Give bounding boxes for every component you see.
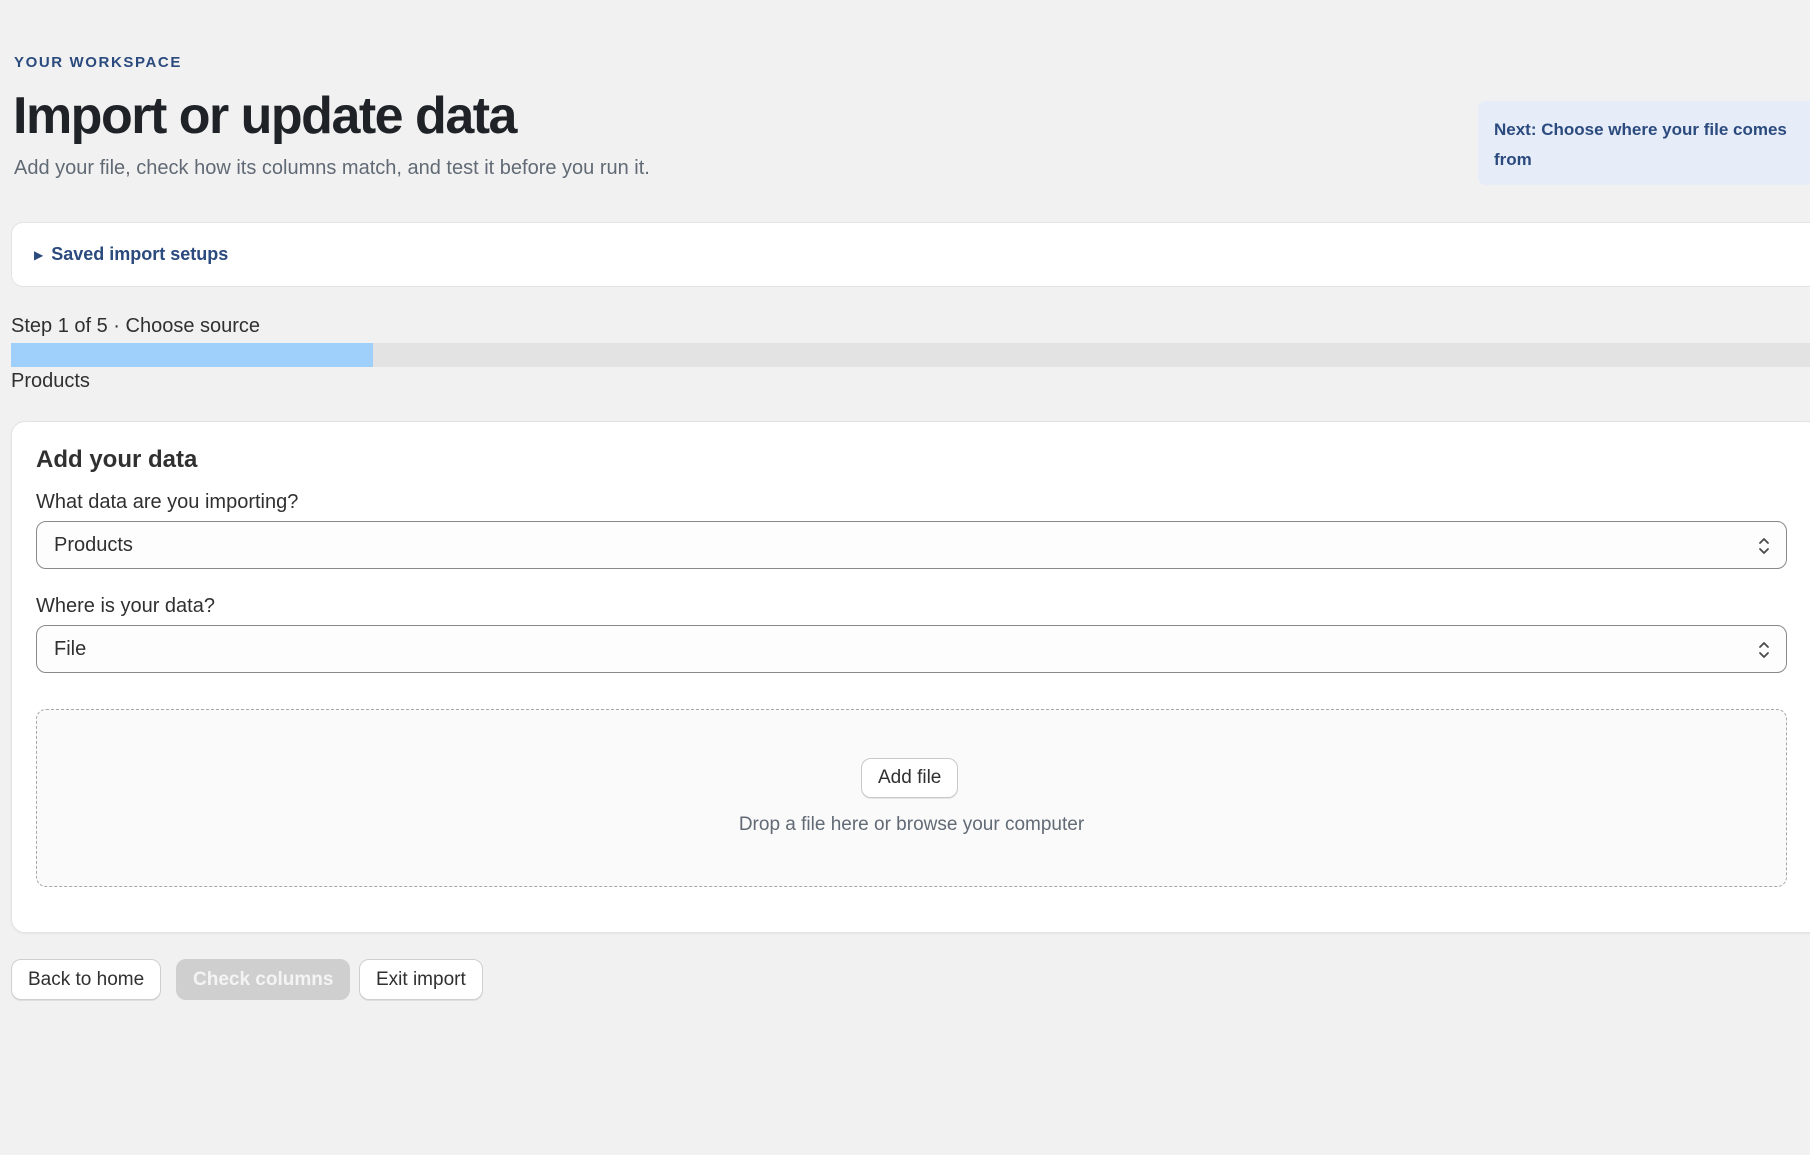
select-chevrons-icon [1759, 642, 1769, 658]
data-source-select[interactable]: File [36, 625, 1787, 673]
saved-import-setups-toggle[interactable]: ▶ Saved import setups [11, 222, 1810, 287]
page-subtitle: Add your file, check how its columns mat… [14, 157, 650, 179]
data-type-label: What data are you importing? [36, 491, 299, 513]
dropzone-hint: Drop a file here or browse your computer [738, 814, 1085, 835]
data-source-select-value: File [54, 637, 87, 660]
next-step-hint: Next: Choose where your file comes from [1478, 101, 1810, 185]
back-to-home-button[interactable]: Back to home [11, 959, 162, 1000]
data-type-select-value: Products [54, 533, 133, 556]
progress-bar [11, 343, 1810, 367]
page-title: Import or update data [13, 87, 517, 145]
progress-caption: Products [11, 370, 90, 392]
data-source-label: Where is your data? [36, 595, 215, 617]
progress-bar-fill [11, 343, 373, 367]
add-file-button[interactable]: Add file [861, 758, 959, 798]
card-title: Add your data [36, 446, 198, 473]
select-chevrons-icon [1759, 538, 1769, 554]
data-type-select[interactable]: Products [36, 521, 1787, 569]
step-indicator: Step 1 of 5 · Choose source [11, 315, 261, 337]
check-columns-button[interactable]: Check columns [176, 959, 351, 1000]
add-data-card: Add your data What data are you importin… [11, 421, 1810, 933]
file-dropzone[interactable]: Add file Drop a file here or browse your… [36, 709, 1787, 887]
workspace-eyebrow: YOUR WORKSPACE [14, 54, 182, 71]
import-page: YOUR WORKSPACE Import or update data Add… [0, 0, 1810, 1155]
disclosure-triangle-icon: ▶ [34, 247, 44, 262]
exit-import-button[interactable]: Exit import [359, 959, 483, 1000]
saved-import-setups-label: Saved import setups [51, 244, 229, 264]
